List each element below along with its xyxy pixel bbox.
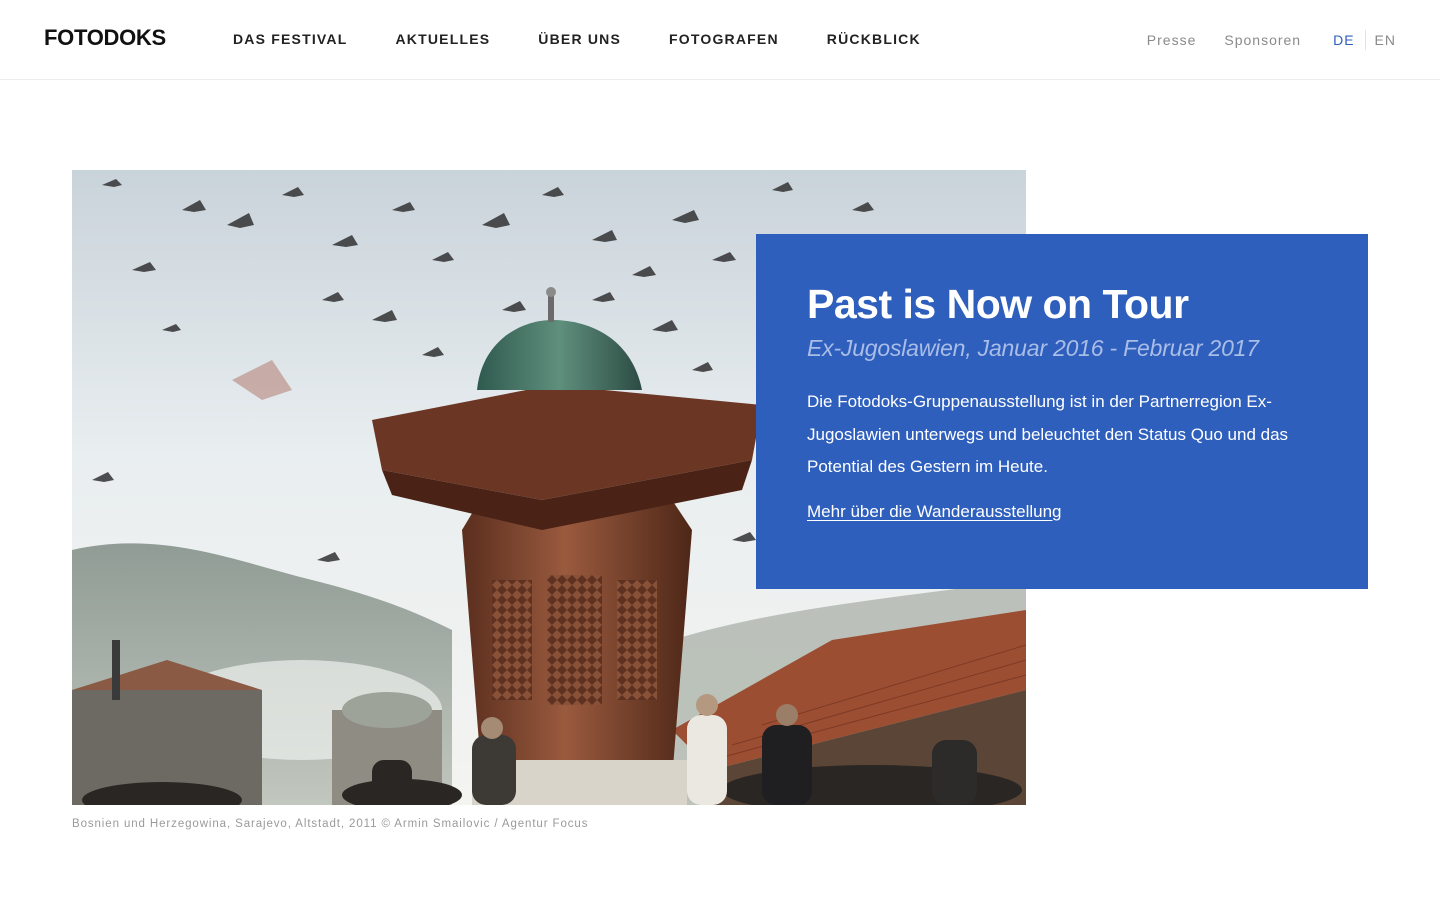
teaser-subtitle: Ex-Jugoslawien, Januar 2016 - Februar 20… [807, 335, 1259, 361]
meta-item-presse[interactable]: Presse [1147, 31, 1197, 49]
teaser-more-link[interactable]: Mehr über die Wanderausstellung [807, 500, 1062, 524]
meta-item-sponsoren[interactable]: Sponsoren [1224, 31, 1301, 49]
site-header: FOTODOKS DAS FESTIVAL AKTUELLES ÜBER UNS… [0, 0, 1440, 80]
site-logo[interactable]: FOTODOKS [44, 24, 166, 52]
nav-item-das-festival[interactable]: DAS FESTIVAL [233, 30, 347, 48]
language-de[interactable]: DE [1333, 31, 1354, 49]
image-caption: Bosnien und Herzegowina, Sarajevo, Altst… [72, 818, 589, 830]
teaser-title: Past is Now on Tour [807, 281, 1189, 327]
nav-item-fotografen[interactable]: FOTOGRAFEN [669, 30, 779, 48]
main-navigation: DAS FESTIVAL AKTUELLES ÜBER UNS FOTOGRAF… [233, 30, 969, 48]
teaser-description: Die Fotodoks-Gruppenausstellung ist in d… [807, 392, 1289, 476]
language-en[interactable]: EN [1375, 31, 1396, 49]
tour-teaser-box: Past is Now on Tour Ex-Jugoslawien, Janu… [756, 234, 1368, 589]
language-switcher: DE EN [1333, 30, 1396, 50]
nav-item-ueber-uns[interactable]: ÜBER UNS [538, 30, 621, 48]
nav-item-aktuelles[interactable]: AKTUELLES [395, 30, 490, 48]
meta-navigation: Presse Sponsoren DE EN [1119, 30, 1396, 50]
language-divider [1364, 30, 1366, 50]
nav-item-rueckblick[interactable]: RÜCKBLICK [827, 30, 921, 48]
